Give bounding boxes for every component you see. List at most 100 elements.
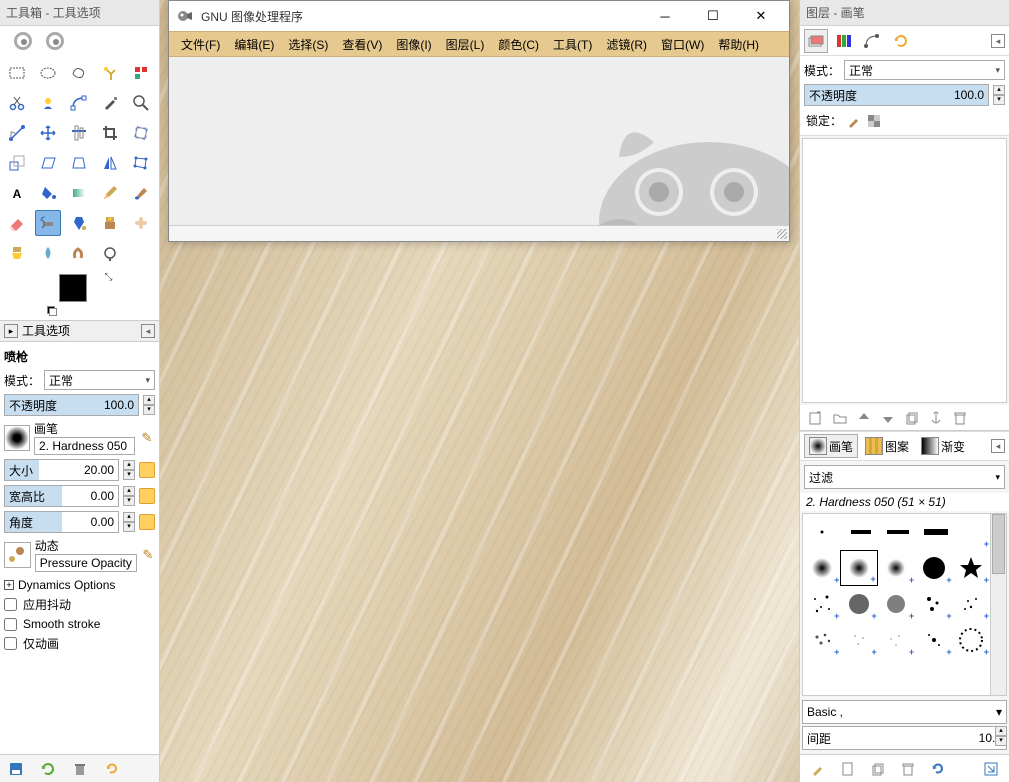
brush-item[interactable] — [915, 514, 952, 550]
duplicate-layer-icon[interactable] — [904, 410, 920, 426]
mode-select[interactable]: 正常▾ — [44, 370, 155, 390]
brush-item[interactable]: + — [803, 586, 840, 622]
ink-tool[interactable] — [66, 210, 92, 236]
clone-tool[interactable] — [97, 210, 123, 236]
empty-canvas[interactable] — [169, 57, 789, 225]
menu-edit[interactable]: 编辑(E) — [228, 34, 280, 55]
reset-preset-icon[interactable] — [104, 761, 120, 777]
anchor-layer-icon[interactable] — [928, 410, 944, 426]
text-tool[interactable]: A — [4, 180, 30, 206]
menu-view[interactable]: 查看(V) — [336, 34, 388, 55]
channels-tab[interactable] — [832, 29, 856, 53]
brush-item[interactable]: + — [915, 622, 952, 658]
menu-help[interactable]: 帮助(H) — [712, 34, 765, 55]
align-tool[interactable] — [66, 120, 92, 146]
brush-item[interactable]: + — [840, 586, 877, 622]
edit-brush-icon[interactable] — [810, 761, 826, 777]
brush-item[interactable] — [878, 514, 915, 550]
measure-tool[interactable] — [4, 120, 30, 146]
delete-preset-icon[interactable] — [72, 761, 88, 777]
move-tool[interactable] — [35, 120, 61, 146]
color-selector[interactable]: ⤡ — [0, 270, 159, 320]
detach-tab-icon[interactable]: ◂ — [141, 324, 155, 338]
size-spinner[interactable]: ▴▾ — [123, 460, 135, 480]
free-select-tool[interactable] — [66, 60, 92, 86]
duplicate-brush-icon[interactable] — [870, 761, 886, 777]
swap-colors-icon[interactable]: ⤡ — [105, 272, 113, 283]
by-color-select-tool[interactable] — [128, 60, 154, 86]
brush-spacing-slider[interactable]: 间距10.0 ▴▾ — [802, 726, 1007, 750]
foreground-select-tool[interactable] — [35, 90, 61, 116]
pencil-tool[interactable] — [97, 180, 123, 206]
aspect-slider[interactable]: 宽高比0.00 — [4, 485, 119, 507]
paintbrush-tool[interactable] — [128, 180, 154, 206]
configure-tab-icon[interactable]: ◂ — [991, 439, 1005, 453]
scale-tool[interactable] — [4, 150, 30, 176]
layers-list[interactable] — [802, 138, 1007, 403]
brush-preset-select[interactable]: Basic ,▾ — [802, 700, 1007, 724]
default-colors-icon[interactable] — [47, 306, 57, 316]
patterns-tab[interactable]: 图案 — [860, 434, 914, 458]
brush-item[interactable]: + — [878, 622, 915, 658]
close-button[interactable]: ✕ — [741, 2, 781, 30]
menu-windows[interactable]: 窗口(W) — [655, 34, 710, 55]
brush-thumbnail[interactable] — [4, 425, 30, 451]
refresh-brushes-icon[interactable] — [930, 761, 946, 777]
minimize-button[interactable]: ─ — [645, 2, 685, 30]
menu-layer[interactable]: 图层(L) — [440, 34, 491, 55]
brush-item[interactable]: + — [953, 622, 990, 658]
motion-only-checkbox[interactable]: 仅动画 — [4, 633, 155, 654]
menu-select[interactable]: 选择(S) — [282, 34, 334, 55]
edit-dynamics-icon[interactable]: ✎ — [141, 547, 155, 563]
heal-tool[interactable] — [128, 210, 154, 236]
reset-angle-icon[interactable] — [139, 514, 155, 530]
brush-item[interactable]: + — [803, 622, 840, 658]
crop-tool[interactable] — [97, 120, 123, 146]
brush-item[interactable]: + — [840, 622, 877, 658]
brushes-tab[interactable]: 画笔 — [804, 434, 858, 458]
airbrush-tool[interactable] — [35, 210, 61, 236]
menu-file[interactable]: 文件(F) — [175, 34, 226, 55]
jitter-checkbox[interactable]: 应用抖动 — [4, 594, 155, 615]
blend-tool[interactable] — [66, 180, 92, 206]
brush-item[interactable]: + — [915, 550, 952, 586]
restore-preset-icon[interactable] — [40, 761, 56, 777]
opacity-slider[interactable]: 不透明度100.0 — [4, 394, 139, 416]
delete-brush-icon[interactable] — [900, 761, 916, 777]
rect-select-tool[interactable] — [4, 60, 30, 86]
menu-color[interactable]: 颜色(C) — [492, 34, 545, 55]
foreground-color[interactable] — [59, 274, 87, 302]
edit-brush-icon[interactable]: ✎ — [139, 430, 155, 446]
brush-item[interactable] — [803, 514, 840, 550]
brush-item-selected[interactable]: + — [840, 550, 877, 586]
delete-layer-icon[interactable] — [952, 410, 968, 426]
brush-item[interactable]: + — [953, 586, 990, 622]
titlebar[interactable]: GNU 图像处理程序 ─ ☐ ✕ — [169, 1, 789, 31]
size-slider[interactable]: 大小20.00 — [4, 459, 119, 481]
paths-tab[interactable] — [860, 29, 884, 53]
dodge-tool[interactable] — [97, 240, 123, 266]
gradients-tab[interactable]: 渐变 — [916, 434, 970, 458]
lock-alpha-icon[interactable] — [866, 113, 882, 129]
blur-tool[interactable] — [35, 240, 61, 266]
fuzzy-select-tool[interactable] — [97, 60, 123, 86]
eraser-tool[interactable] — [4, 210, 30, 236]
layers-tab[interactable] — [804, 29, 828, 53]
brush-scrollbar[interactable] — [990, 514, 1006, 695]
brush-item[interactable]: + — [953, 550, 990, 586]
opacity-spinner[interactable]: ▴▾ — [143, 395, 155, 415]
dynamics-thumbnail[interactable] — [4, 542, 31, 568]
configure-tab-icon[interactable]: ◂ — [991, 34, 1005, 48]
layer-group-icon[interactable] — [832, 410, 848, 426]
menu-tools[interactable]: 工具(T) — [547, 34, 598, 55]
new-layer-icon[interactable] — [808, 410, 824, 426]
flip-tool[interactable] — [97, 150, 123, 176]
lock-pixels-icon[interactable] — [846, 113, 862, 129]
brush-item[interactable] — [840, 514, 877, 550]
resize-grip-icon[interactable] — [777, 229, 787, 239]
reset-size-icon[interactable] — [139, 462, 155, 478]
perspective-clone-tool[interactable] — [4, 240, 30, 266]
dynamics-field[interactable]: Pressure Opacity — [35, 554, 137, 572]
dynamics-options-expander[interactable]: +Dynamics Options — [4, 576, 155, 594]
menu-image[interactable]: 图像(I) — [390, 34, 437, 55]
